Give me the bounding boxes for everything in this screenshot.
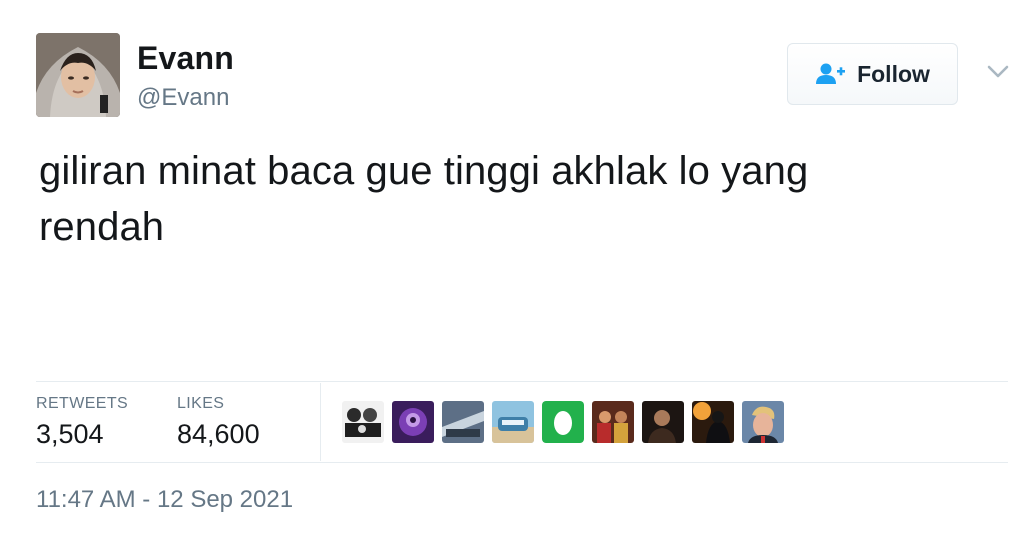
likes-label: LIKES bbox=[177, 395, 225, 412]
user-handle[interactable]: @Evann bbox=[137, 84, 229, 112]
liker-avatar[interactable] bbox=[542, 401, 584, 443]
liker-avatar[interactable] bbox=[342, 401, 384, 443]
retweets-count: 3,504 bbox=[36, 419, 104, 449]
tweet-timestamp[interactable]: 11:47 AM - 12 Sep 2021 bbox=[36, 486, 293, 514]
stats-divider bbox=[320, 383, 321, 461]
tweet-card: Evann @Evann Follow giliran minat baca g… bbox=[0, 0, 1024, 536]
add-user-icon bbox=[815, 62, 847, 86]
liker-avatar[interactable] bbox=[492, 401, 534, 443]
liker-avatar[interactable] bbox=[642, 401, 684, 443]
retweets-stat[interactable]: RETWEETS 3,504 bbox=[36, 395, 128, 450]
tweet-text: giliran minat baca gue tinggi akhlak lo … bbox=[39, 149, 809, 249]
liker-avatar[interactable] bbox=[592, 401, 634, 443]
liker-avatar[interactable] bbox=[742, 401, 784, 443]
chevron-down-icon[interactable] bbox=[985, 62, 1011, 82]
liker-avatar[interactable] bbox=[692, 401, 734, 443]
divider bbox=[36, 381, 1008, 382]
likes-count: 84,600 bbox=[177, 419, 260, 449]
divider bbox=[36, 462, 1008, 463]
likes-stat[interactable]: LIKES 84,600 bbox=[177, 395, 260, 450]
retweets-label: RETWEETS bbox=[36, 395, 129, 412]
display-name[interactable]: Evann bbox=[137, 40, 234, 77]
liker-avatar[interactable] bbox=[442, 401, 484, 443]
follow-button[interactable]: Follow bbox=[787, 43, 958, 105]
profile-avatar[interactable] bbox=[36, 33, 120, 117]
liker-avatars bbox=[342, 401, 784, 443]
liker-avatar[interactable] bbox=[392, 401, 434, 443]
follow-label: Follow bbox=[857, 60, 930, 87]
